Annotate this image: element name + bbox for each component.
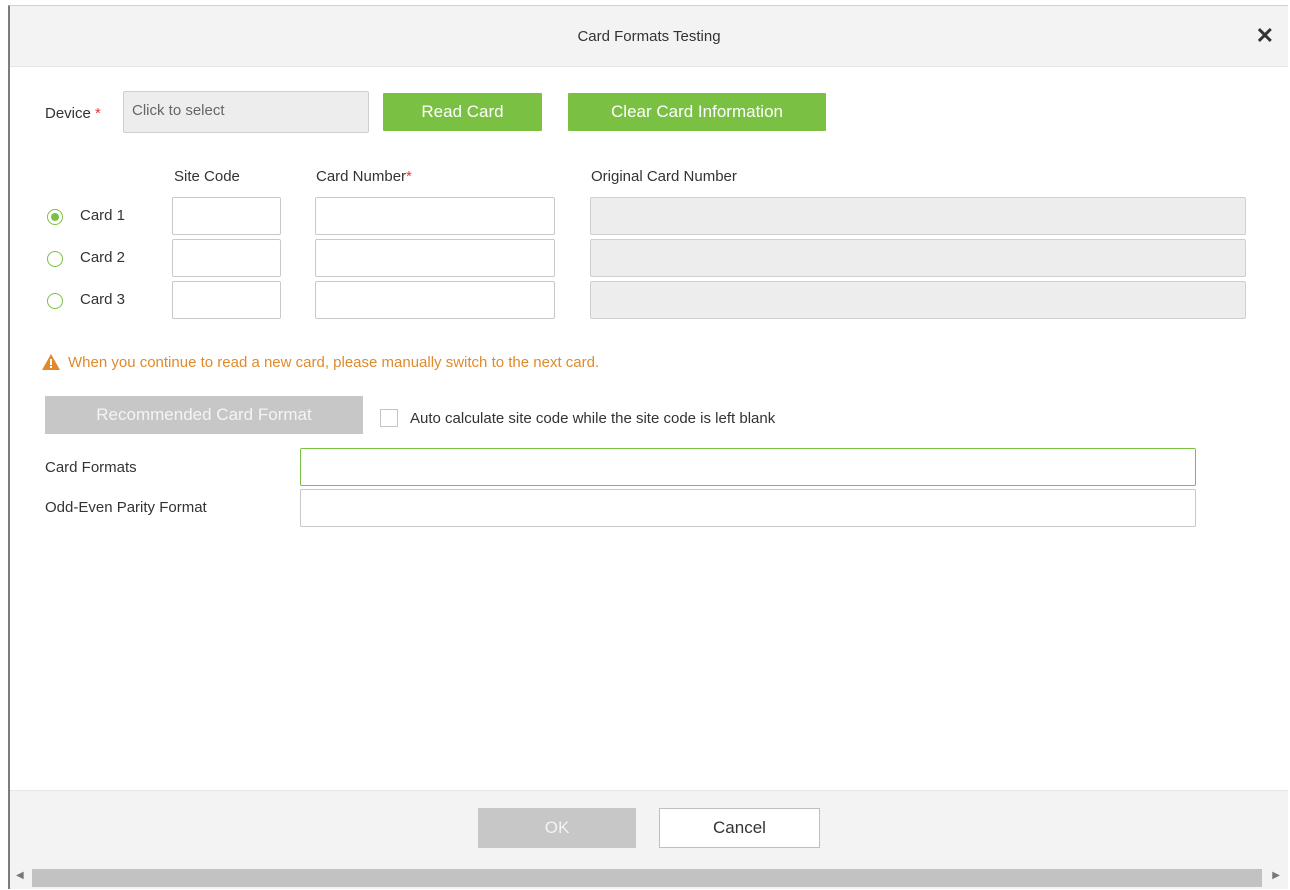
card-1-label: Card 1 [80, 207, 126, 224]
card-3-label: Card 3 [80, 291, 126, 308]
ok-button[interactable]: OK [478, 808, 636, 848]
site-code-header: Site Code [174, 168, 240, 185]
recommended-card-format-button[interactable]: Recommended Card Format [45, 396, 363, 434]
scrollbar-thumb[interactable] [32, 869, 1262, 887]
auto-calculate-label: Auto calculate site code while the site … [410, 410, 776, 427]
card-2-original-card-number-field [590, 239, 1246, 277]
device-required-mark: * [95, 105, 101, 122]
warning-triangle-icon [42, 354, 60, 375]
card-formats-label: Card Formats [45, 459, 137, 476]
card-1-original-card-number-field [590, 197, 1246, 235]
warning-text: When you continue to read a new card, pl… [68, 354, 600, 371]
original-card-number-header: Original Card Number [591, 168, 737, 185]
device-label: Device * [45, 105, 101, 122]
card-3-site-code-input[interactable] [172, 281, 281, 319]
dialog-footer: OK Cancel [10, 790, 1288, 871]
odd-even-parity-format-input[interactable] [300, 489, 1196, 527]
card-2-site-code-input[interactable] [172, 239, 281, 277]
card-3-card-number-input[interactable] [315, 281, 555, 319]
read-card-button[interactable]: Read Card [383, 93, 542, 131]
card-1-radio[interactable] [47, 209, 63, 225]
dialog-title: Card Formats Testing [577, 27, 721, 45]
card-2-label: Card 2 [80, 249, 126, 266]
card-number-header: Card Number* [316, 168, 412, 185]
cancel-button[interactable]: Cancel [659, 808, 820, 848]
card-formats-input[interactable] [300, 448, 1196, 486]
horizontal-scrollbar[interactable]: ◀ ▶ [10, 867, 1288, 889]
dialog-titlebar: Card Formats Testing ✕ [10, 6, 1288, 67]
card-2-card-number-input[interactable] [315, 239, 555, 277]
card-3-original-card-number-field [590, 281, 1246, 319]
card-3-radio[interactable] [47, 293, 63, 309]
clear-card-information-button[interactable]: Clear Card Information [568, 93, 826, 131]
card-number-required-mark: * [406, 168, 412, 185]
close-icon[interactable]: ✕ [1256, 25, 1274, 47]
card-2-radio[interactable] [47, 251, 63, 267]
card-1-card-number-input[interactable] [315, 197, 555, 235]
auto-calculate-checkbox[interactable] [380, 409, 398, 427]
scroll-left-arrow-icon[interactable]: ◀ [16, 870, 24, 881]
odd-even-parity-format-label: Odd-Even Parity Format [45, 499, 207, 516]
scroll-right-arrow-icon[interactable]: ▶ [1272, 870, 1280, 881]
card-formats-testing-dialog: Card Formats Testing ✕ Device * Click to… [8, 5, 1288, 889]
device-label-text: Device [45, 105, 91, 122]
card-1-site-code-input[interactable] [172, 197, 281, 235]
device-select[interactable]: Click to select [123, 91, 369, 133]
card-number-header-text: Card Number [316, 168, 407, 185]
